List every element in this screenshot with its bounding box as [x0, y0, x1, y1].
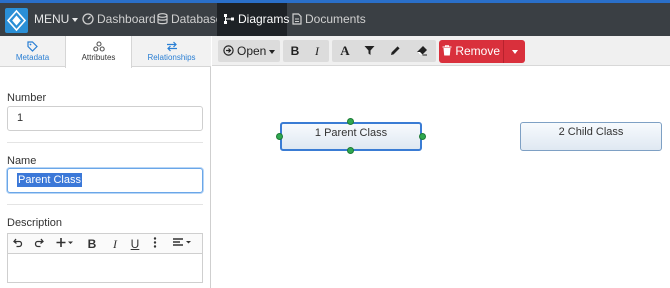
diagram-toolbar: Open B I A Remove [212, 36, 670, 66]
font-color-icon[interactable]: A [335, 40, 355, 62]
nav-documents[interactable]: Documents [292, 3, 366, 36]
arrows-icon [166, 41, 177, 52]
redo-icon[interactable] [31, 236, 45, 252]
tab-relationships[interactable]: Relationships [132, 36, 211, 67]
description-label: Description [7, 217, 63, 229]
diagrams-icon [224, 13, 234, 24]
align-icon[interactable] [170, 236, 194, 252]
undo-icon[interactable] [11, 236, 25, 252]
chevron-down-icon [511, 49, 518, 54]
name-field[interactable]: Parent Class [7, 168, 203, 193]
italic-icon[interactable]: I [108, 236, 122, 252]
italic-icon[interactable]: I [308, 40, 326, 62]
filter-icon[interactable] [359, 40, 379, 62]
resize-handle[interactable] [347, 118, 354, 125]
pencil-icon[interactable] [385, 40, 405, 62]
tab-metadata[interactable]: Metadata [0, 36, 65, 67]
document-icon [292, 13, 302, 25]
diagram-node-child-class[interactable]: 2 Child Class [520, 122, 662, 151]
resize-handle[interactable] [347, 147, 354, 154]
more-icon[interactable] [150, 236, 160, 252]
name-field-selected-text: Parent Class [17, 173, 82, 187]
nav-dashboard[interactable]: Dashboard [82, 3, 156, 36]
open-icon [222, 45, 234, 57]
resize-handle[interactable] [276, 133, 283, 140]
text-style-group: B I [283, 40, 329, 62]
nav-diagrams[interactable]: Diagrams [217, 3, 289, 36]
remove-button-main[interactable]: Remove [439, 40, 503, 63]
remove-dropdown-toggle[interactable] [503, 40, 525, 63]
attributes-icon [92, 41, 105, 52]
tab-attributes[interactable]: Attributes [65, 36, 132, 68]
menu-button[interactable]: MENU [34, 9, 79, 29]
remove-button[interactable]: Remove [439, 40, 525, 63]
trash-icon [442, 45, 452, 56]
app-logo[interactable] [5, 8, 28, 33]
nav-database[interactable]: Database [157, 3, 222, 36]
underline-icon[interactable]: U [128, 236, 142, 252]
divider [7, 204, 203, 205]
bold-icon[interactable]: B [286, 40, 304, 62]
open-button[interactable]: Open [218, 40, 280, 62]
top-navbar: MENU Dashboard Database Diagrams Documen… [0, 0, 670, 36]
tag-icon [27, 41, 38, 52]
resize-handle[interactable] [419, 133, 426, 140]
number-field[interactable]: 1 [7, 106, 203, 131]
eraser-icon[interactable] [411, 40, 433, 62]
dashboard-icon [82, 13, 94, 25]
name-label: Name [7, 155, 37, 167]
chevron-down-icon [269, 49, 276, 54]
description-editor[interactable] [7, 253, 203, 283]
panel-tabs: Metadata Attributes Relationships [0, 36, 211, 68]
divider [7, 142, 203, 143]
open-button-content: Open [218, 40, 280, 62]
diagram-canvas[interactable]: 1 Parent Class 2 Child Class [212, 67, 670, 288]
number-label: Number [7, 92, 47, 104]
format-group: A [332, 40, 436, 62]
chevron-down-icon [72, 17, 79, 22]
bold-icon[interactable]: B [85, 236, 99, 252]
insert-icon[interactable] [54, 236, 76, 252]
database-icon [157, 12, 168, 25]
description-toolbar: B I U [7, 233, 203, 253]
